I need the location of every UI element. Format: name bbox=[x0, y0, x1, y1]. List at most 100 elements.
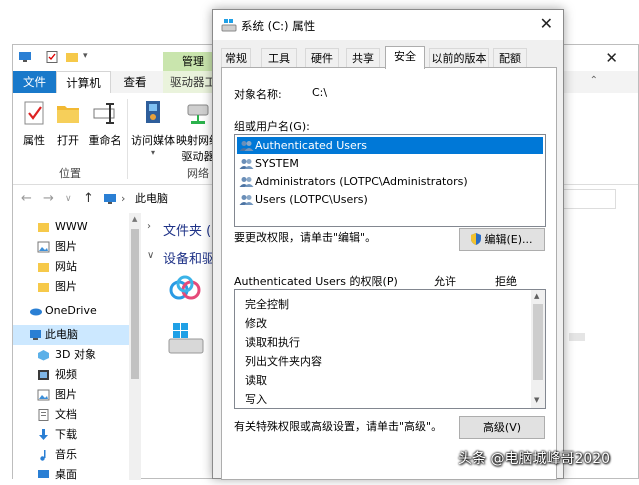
users-group-icon bbox=[239, 141, 254, 151]
tab-sharing[interactable]: 共享 bbox=[346, 48, 380, 68]
scroll-down-icon[interactable]: ▼ bbox=[534, 396, 539, 404]
computer-icon[interactable] bbox=[18, 51, 32, 63]
nav-item-documents[interactable]: 文档 bbox=[13, 405, 129, 425]
tab-tools[interactable]: 工具 bbox=[261, 48, 297, 68]
user-row-system[interactable]: SYSTEM bbox=[237, 155, 543, 172]
back-arrow-icon[interactable]: ← bbox=[21, 191, 32, 206]
explorer-close-icon[interactable]: ✕ bbox=[605, 49, 618, 67]
properties-label: 属性 bbox=[23, 134, 45, 147]
advanced-button[interactable]: 高级(V) bbox=[459, 416, 545, 439]
nav-item-videos[interactable]: 视频 bbox=[13, 365, 129, 385]
navigation-scrollbar[interactable]: ▲ bbox=[129, 213, 141, 480]
nav-item-pictures-3[interactable]: 图片 bbox=[13, 385, 129, 405]
permissions-list[interactable]: 完全控制 修改 读取和执行 列出文件夹内容 读取 写入 ▲ ▼ bbox=[234, 289, 546, 409]
system-drive-icon[interactable] bbox=[167, 321, 205, 357]
address-breadcrumb[interactable]: 此电脑 bbox=[135, 189, 168, 209]
breadcrumb-separator-icon: › bbox=[121, 192, 126, 205]
folders-section-header[interactable]: 文件夹 (7 bbox=[163, 220, 219, 239]
drive-usage-bar-end bbox=[569, 333, 585, 341]
navigation-pane: WWW 图片 网站 图片 OneDrive 此电脑 3D 对象 视频 图片 文档… bbox=[13, 213, 129, 481]
watermark: 头条 @电脑城峰哥2020 bbox=[458, 451, 611, 467]
tab-security[interactable]: 安全 bbox=[385, 46, 425, 69]
dialog-close-icon[interactable]: ✕ bbox=[540, 14, 553, 33]
ribbon-collapse-icon[interactable]: ⌃ bbox=[590, 75, 598, 86]
permission-read: 读取 bbox=[245, 374, 267, 387]
nav-item-desktop[interactable]: 桌面 bbox=[13, 465, 129, 485]
nav-item-this-pc[interactable]: 此电脑 bbox=[13, 325, 129, 345]
baidu-netdisk-icon[interactable] bbox=[167, 275, 203, 305]
dropdown-icon[interactable]: ▾ bbox=[83, 51, 88, 61]
permissions-label: Authenticated Users 的权限(P) bbox=[234, 275, 398, 288]
object-name-value: C:\ bbox=[312, 86, 328, 99]
open-folder-icon bbox=[57, 106, 79, 123]
nav-item-website[interactable]: 网站 bbox=[13, 257, 129, 277]
network-drive-icon bbox=[187, 104, 209, 124]
properties-dialog: 系统 (C:) 属性 ✕ 常规 工具 硬件 共享 安全 以前的版本 配额 对象名… bbox=[212, 9, 564, 480]
search-box[interactable] bbox=[561, 189, 616, 209]
computer-icon bbox=[30, 330, 41, 340]
video-icon bbox=[38, 370, 49, 380]
checkbox-icon[interactable] bbox=[45, 51, 59, 63]
permission-list-folder: 列出文件夹内容 bbox=[245, 355, 322, 368]
scroll-thumb[interactable] bbox=[131, 229, 139, 379]
edit-button[interactable]: 编辑(E)... bbox=[459, 228, 545, 251]
folder-icon bbox=[38, 283, 49, 292]
tab-previous-versions[interactable]: 以前的版本 bbox=[429, 48, 489, 68]
cloud-icon bbox=[30, 308, 42, 316]
permission-modify: 修改 bbox=[245, 317, 267, 330]
recent-dropdown-icon[interactable]: ∨ bbox=[65, 194, 72, 204]
rename-icon bbox=[93, 103, 115, 124]
security-panel: 对象名称: C:\ 组或用户名(G): Authenticated Users … bbox=[221, 67, 557, 480]
tab-quota[interactable]: 配额 bbox=[493, 48, 527, 68]
up-arrow-icon[interactable]: ↑ bbox=[83, 191, 94, 206]
permission-write: 写入 bbox=[245, 393, 267, 406]
dropdown-icon: ▾ bbox=[150, 148, 155, 157]
permission-full-control: 完全控制 bbox=[245, 298, 289, 311]
pictures-icon bbox=[37, 241, 50, 253]
forward-arrow-icon[interactable]: → bbox=[43, 191, 54, 206]
tab-hardware[interactable]: 硬件 bbox=[305, 48, 339, 68]
drive-icon bbox=[221, 19, 237, 32]
tab-computer[interactable]: 计算机 bbox=[56, 71, 111, 93]
uac-shield-icon bbox=[471, 233, 482, 245]
permissions-scrollbar[interactable]: ▲ ▼ bbox=[531, 290, 545, 408]
users-listbox[interactable]: Authenticated Users SYSTEM Administrator… bbox=[234, 134, 546, 227]
tab-general[interactable]: 常规 bbox=[221, 48, 251, 68]
desktop-icon bbox=[38, 470, 49, 478]
ribbon-separator bbox=[127, 99, 128, 179]
nav-item-pictures[interactable]: 图片 bbox=[13, 237, 129, 257]
pictures-icon bbox=[37, 389, 50, 401]
dialog-titlebar: 系统 (C:) 属性 ✕ bbox=[213, 10, 563, 40]
scroll-up-icon[interactable]: ▲ bbox=[534, 292, 539, 300]
user-row-users[interactable]: Users (LOTPC\Users) bbox=[237, 191, 543, 208]
group-network-label: 网络 bbox=[187, 167, 209, 180]
user-row-administrators[interactable]: Administrators (LOTPC\Administrators) bbox=[237, 173, 543, 190]
users-group-icon bbox=[239, 159, 254, 169]
access-media-button[interactable]: 访问媒体 ▾ bbox=[131, 99, 175, 157]
properties-button[interactable]: 属性 bbox=[19, 99, 49, 148]
users-group-icon bbox=[239, 177, 254, 187]
nav-item-www[interactable]: WWW bbox=[13, 217, 129, 237]
advanced-settings-hint: 有关特殊权限或高级设置，请单击"高级"。 bbox=[234, 420, 443, 433]
cube-icon bbox=[38, 350, 49, 361]
nav-item-downloads[interactable]: 下载 bbox=[13, 425, 129, 445]
expand-chevron-icon[interactable]: ∨ bbox=[147, 250, 154, 261]
scroll-up-icon[interactable]: ▲ bbox=[132, 215, 137, 223]
nav-item-onedrive[interactable]: OneDrive bbox=[13, 301, 129, 321]
scroll-thumb[interactable] bbox=[533, 304, 543, 380]
devices-section-header[interactable]: 设备和驱 bbox=[163, 248, 215, 267]
object-name-label: 对象名称: bbox=[234, 88, 282, 101]
tab-view[interactable]: 查看 bbox=[116, 71, 154, 93]
rename-label: 重命名 bbox=[88, 134, 122, 147]
open-button[interactable]: 打开 bbox=[53, 99, 83, 148]
folder-icon[interactable] bbox=[65, 51, 79, 63]
nav-item-music[interactable]: 音乐 bbox=[13, 445, 129, 465]
rename-button[interactable]: 重命名 bbox=[86, 99, 124, 148]
tab-file[interactable]: 文件 bbox=[13, 71, 56, 93]
user-row-authenticated[interactable]: Authenticated Users bbox=[237, 137, 543, 154]
nav-item-pictures-2[interactable]: 图片 bbox=[13, 277, 129, 297]
collapse-chevron-icon[interactable]: › bbox=[147, 221, 151, 232]
group-location-label: 位置 bbox=[59, 167, 81, 180]
nav-item-3d-objects[interactable]: 3D 对象 bbox=[13, 345, 129, 365]
permission-read-execute: 读取和执行 bbox=[245, 336, 300, 349]
